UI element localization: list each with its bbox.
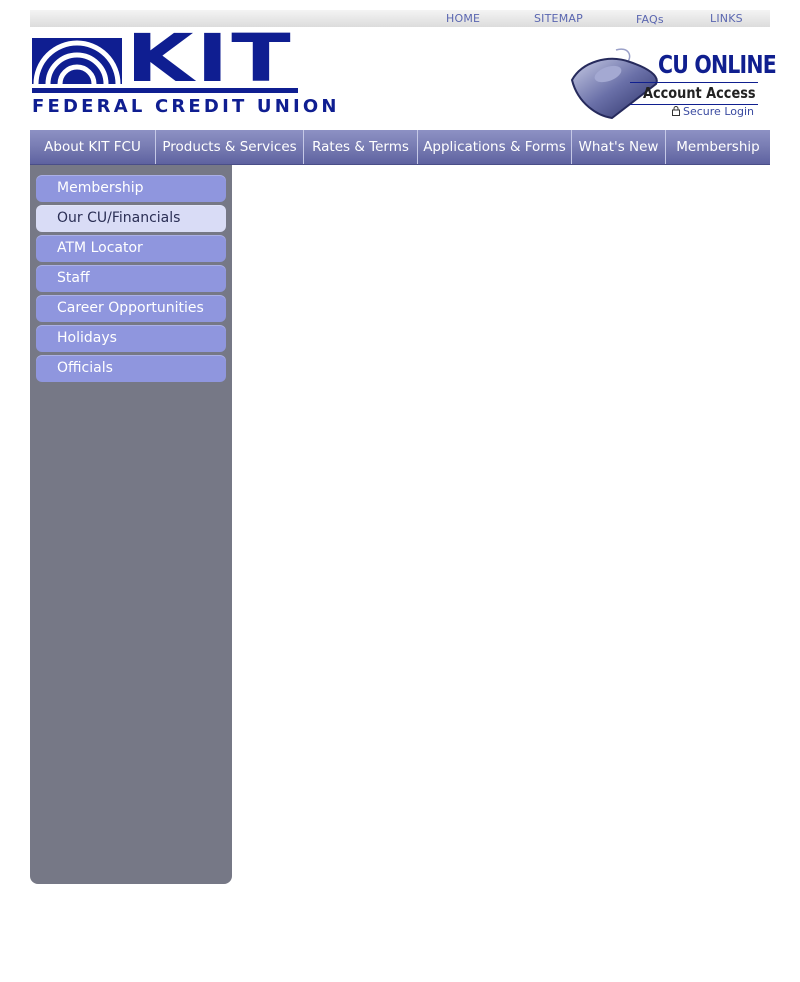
cu-online-banner[interactable]: CU ONLINE Account Access Secure Login [568, 42, 777, 124]
cu-online-subtitle: Account Access [643, 84, 756, 102]
nav-membership[interactable]: Membership [666, 130, 770, 164]
nav-about-kit-fcu[interactable]: About KIT FCU [30, 130, 156, 164]
faqs-link[interactable]: FAQs [636, 13, 664, 26]
sidebar-item-membership[interactable]: Membership [36, 175, 226, 202]
sidebar-item-staff[interactable]: Staff [36, 265, 226, 292]
logo-mark-icon [32, 38, 122, 84]
nav-rates-terms[interactable]: Rates & Terms [304, 130, 418, 164]
cu-online-title: CU ONLINE [658, 50, 777, 79]
nav-applications-forms[interactable]: Applications & Forms [418, 130, 572, 164]
logo-wordmark: KIT [126, 20, 294, 97]
sidebar-item-career-opportunities[interactable]: Career Opportunities [36, 295, 226, 322]
sidebar-item-our-cu-financials[interactable]: Our CU/Financials [36, 205, 226, 232]
sidebar-item-holidays[interactable]: Holidays [36, 325, 226, 352]
logo-subtitle: FEDERAL CREDIT UNION [32, 96, 340, 117]
secure-login-label: Secure Login [683, 105, 754, 118]
logo-rule [32, 88, 298, 93]
nav-whats-new[interactable]: What's New [572, 130, 666, 164]
cu-online-divider-top [630, 82, 758, 83]
sitemap-link[interactable]: SITEMAP [534, 12, 583, 25]
nav-products-services[interactable]: Products & Services [156, 130, 304, 164]
lock-icon [672, 106, 680, 116]
sidebar-item-atm-locator[interactable]: ATM Locator [36, 235, 226, 262]
secure-login-link[interactable]: Secure Login [672, 106, 754, 117]
sidebar-item-officials[interactable]: Officials [36, 355, 226, 382]
kit-fcu-logo[interactable]: KIT FEDERAL CREDIT UNION [32, 26, 336, 122]
sidebar: Membership Our CU/Financials ATM Locator… [30, 165, 232, 884]
home-link[interactable]: HOME [446, 12, 480, 25]
links-link[interactable]: LINKS [710, 12, 743, 25]
main-nav: About KIT FCU Products & Services Rates … [30, 130, 770, 165]
